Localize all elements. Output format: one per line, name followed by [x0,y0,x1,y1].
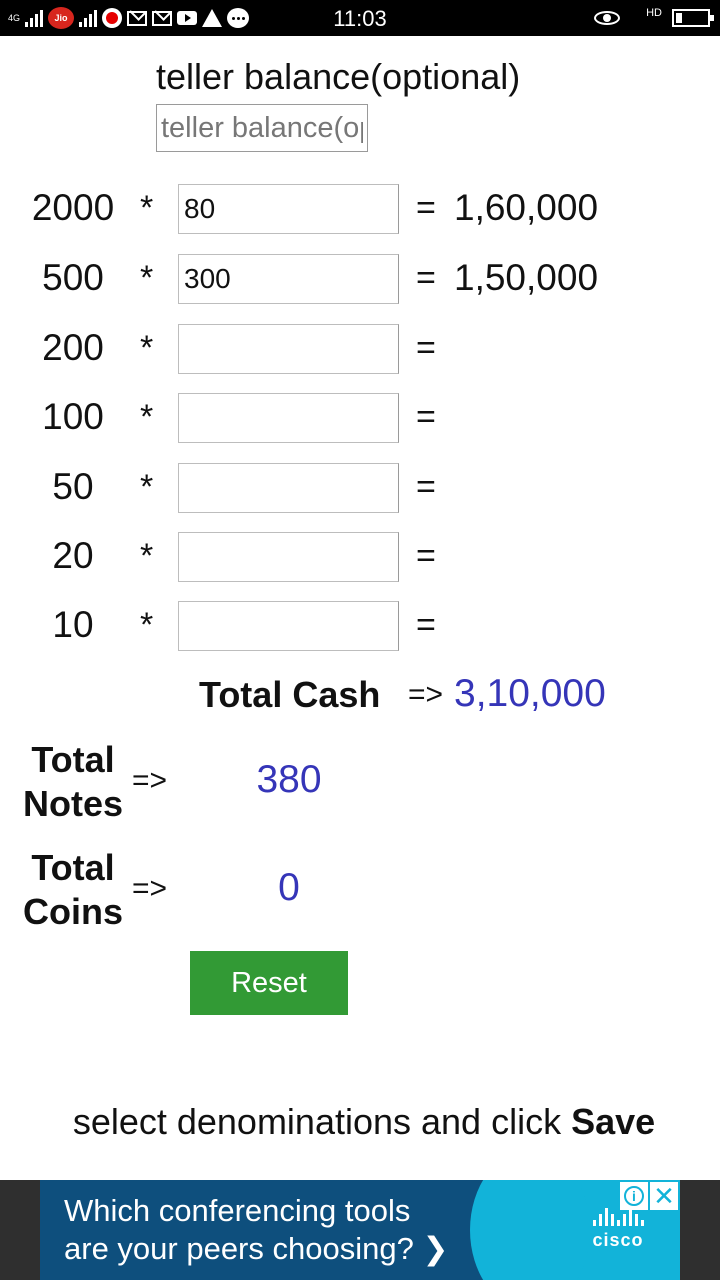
total-coins-label-line1: Total [31,847,115,888]
denomination-value: 10 [52,604,94,645]
status-bar: 4G Jio 11:03 HD [0,0,720,36]
denomination-row-200: 200 * = [0,324,720,374]
cisco-logo: cisco [578,1208,658,1251]
multiply-sign: * [140,468,154,506]
denomination-value: 100 [42,396,104,437]
eye-icon [594,11,620,25]
total-notes-label-line1: Total [31,739,115,780]
ad-text-line1: Which conferencing tools [64,1193,411,1228]
multiply-sign: * [140,398,154,436]
equals-sign: = [416,606,436,644]
ad-close-button[interactable]: ✕ [650,1182,678,1210]
denomination-row-20: 20 * = [0,532,720,582]
cisco-logo-text: cisco [592,1230,644,1250]
multiply-sign: * [140,537,154,575]
status-right-icons: HD [594,6,714,30]
denomination-row-500: 500 * = 1,50,000 [0,254,720,304]
hd-label: HD [646,7,662,19]
ad-bar: Which conferencing tools are your peers … [0,1180,720,1280]
equals-sign: = [416,189,436,227]
battery-icon [672,9,714,27]
denomination-row-100: 100 * = [0,393,720,443]
multiply-sign: * [140,606,154,644]
denomination-value: 20 [52,535,94,576]
save-hint: select denominations and click Save [0,1101,720,1143]
total-coins-label: Total Coins [12,846,134,934]
total-cash-value: 3,10,000 [454,672,606,715]
total-coins-label-line2: Coins [22,891,123,932]
denomination-row-2000: 2000 * = 1,60,000 [0,184,720,234]
teller-balance-label: teller balance(optional) [156,56,521,97]
total-coins-value: 0 [278,866,300,909]
multiply-sign: * [140,259,154,297]
quantity-input-10[interactable] [178,601,399,651]
ad-text-line2: are your peers choosing? ❯ [64,1230,448,1268]
row-amount: 1,50,000 [454,257,599,298]
denomination-value: 50 [52,466,94,507]
multiply-sign: * [140,329,154,367]
total-cash-arrow: => [408,678,444,711]
total-coins-arrow: => [132,872,168,905]
chevron-right-icon: ❯ [422,1231,449,1266]
multiply-sign: * [140,189,154,227]
equals-sign: = [416,468,436,506]
equals-sign: = [416,398,436,436]
quantity-input-100[interactable] [178,393,399,443]
ad-info-button[interactable]: i [620,1182,648,1210]
cisco-bars-icon [578,1208,658,1226]
teller-balance-input[interactable] [156,104,368,152]
quantity-input-500[interactable] [178,254,399,304]
total-cash-label: Total Cash [199,674,381,715]
equals-sign: = [416,537,436,575]
quantity-input-50[interactable] [178,463,399,513]
denomination-row-50: 50 * = [0,463,720,513]
quantity-input-20[interactable] [178,532,399,582]
ad-text-line2-label: are your peers choosing? [64,1231,414,1266]
denomination-row-10: 10 * = [0,601,720,651]
quantity-input-2000[interactable] [178,184,399,234]
ad-text[interactable]: Which conferencing tools are your peers … [64,1192,448,1268]
call-hd-icon: HD [630,7,662,29]
equals-sign: = [416,259,436,297]
total-notes-label: Total Notes [12,738,134,826]
reset-button[interactable]: Reset [190,951,348,1015]
info-icon: i [624,1186,644,1206]
save-hint-text: select denominations and click [72,1101,572,1142]
row-amount: 1,60,000 [454,187,599,228]
equals-sign: = [416,329,436,367]
denomination-value: 200 [42,327,104,368]
total-notes-arrow: => [132,764,168,797]
save-hint-keyword: Save [571,1101,656,1142]
denomination-value: 2000 [31,187,115,228]
denomination-value: 500 [42,257,104,298]
total-notes-value: 380 [256,758,322,801]
quantity-input-200[interactable] [178,324,399,374]
total-notes-label-line2: Notes [22,783,124,824]
ad-banner[interactable]: Which conferencing tools are your peers … [40,1180,680,1280]
